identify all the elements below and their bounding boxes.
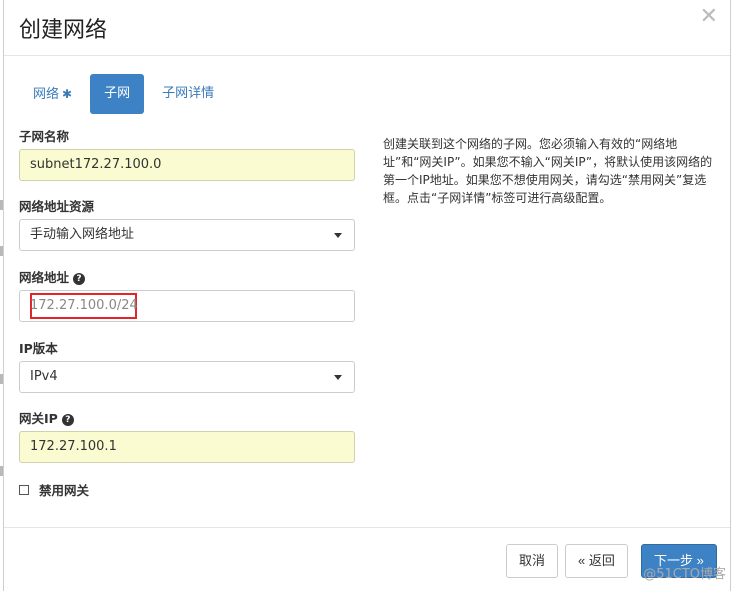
- subnet-name-label: 子网名称: [19, 129, 70, 144]
- address-source-select[interactable]: 手动输入网络地址: [19, 219, 355, 251]
- ip-version-label: IP版本: [19, 341, 58, 356]
- address-source-label: 网络地址资源: [19, 199, 95, 214]
- help-icon[interactable]: ?: [61, 414, 74, 426]
- caret-down-icon: [334, 233, 342, 238]
- tab-subnet-details-label: 子网详情: [162, 86, 215, 101]
- gateway-ip-label: 网关IP?: [19, 408, 74, 427]
- dialog-title: 创建网络: [19, 18, 108, 43]
- network-address-label: 网络地址?: [19, 267, 86, 286]
- tab-subnet[interactable]: 子网: [90, 74, 145, 114]
- tab-network[interactable]: 网络 ✱: [19, 74, 86, 114]
- disable-gateway-row: 禁用网关: [19, 480, 89, 499]
- tab-network-label: 网络: [33, 87, 60, 102]
- tab-subnet-details[interactable]: 子网详情: [148, 74, 228, 114]
- network-address-value: 172.27.100.0/24: [30, 298, 138, 313]
- dialog-footer: 取消 « 返回 下一步 »: [4, 527, 730, 591]
- network-address-label-text: 网络地址: [19, 270, 70, 285]
- dialog-header: 创建网络 ✕: [4, 0, 730, 56]
- back-button[interactable]: « 返回: [565, 544, 628, 578]
- required-icon: ✱: [62, 87, 73, 101]
- ip-version-value: IPv4: [30, 369, 58, 384]
- disable-gateway-label: 禁用网关: [39, 483, 90, 498]
- close-icon[interactable]: ✕: [700, 6, 718, 28]
- ip-version-select[interactable]: IPv4: [19, 361, 355, 393]
- gateway-ip-input[interactable]: 172.27.100.1: [19, 431, 355, 463]
- gateway-ip-label-text: 网关IP: [19, 411, 58, 426]
- subnet-name-input[interactable]: subnet172.27.100.0: [19, 149, 355, 181]
- disable-gateway-checkbox[interactable]: [19, 484, 29, 495]
- help-icon[interactable]: ?: [73, 273, 86, 285]
- subnet-help-text: 创建关联到这个网络的子网。您必须输入有效的“网络地址”和“网关IP”。如果您不输…: [383, 137, 713, 205]
- address-source-value: 手动输入网络地址: [30, 227, 135, 242]
- subnet-name-value: subnet172.27.100.0: [30, 157, 162, 172]
- wizard-tabs: 网络 ✱ 子网 子网详情: [19, 74, 228, 114]
- network-address-input[interactable]: 172.27.100.0/24: [19, 290, 355, 322]
- create-network-dialog: 创建网络 ✕ 网络 ✱ 子网 子网详情 子网名称 subnet172.27.100…: [3, 0, 731, 591]
- gateway-ip-value: 172.27.100.1: [30, 439, 117, 454]
- cancel-button[interactable]: 取消: [506, 544, 559, 578]
- caret-down-icon: [334, 375, 342, 380]
- tab-subnet-label: 子网: [104, 86, 131, 101]
- watermark: @51CTO博客: [643, 567, 726, 582]
